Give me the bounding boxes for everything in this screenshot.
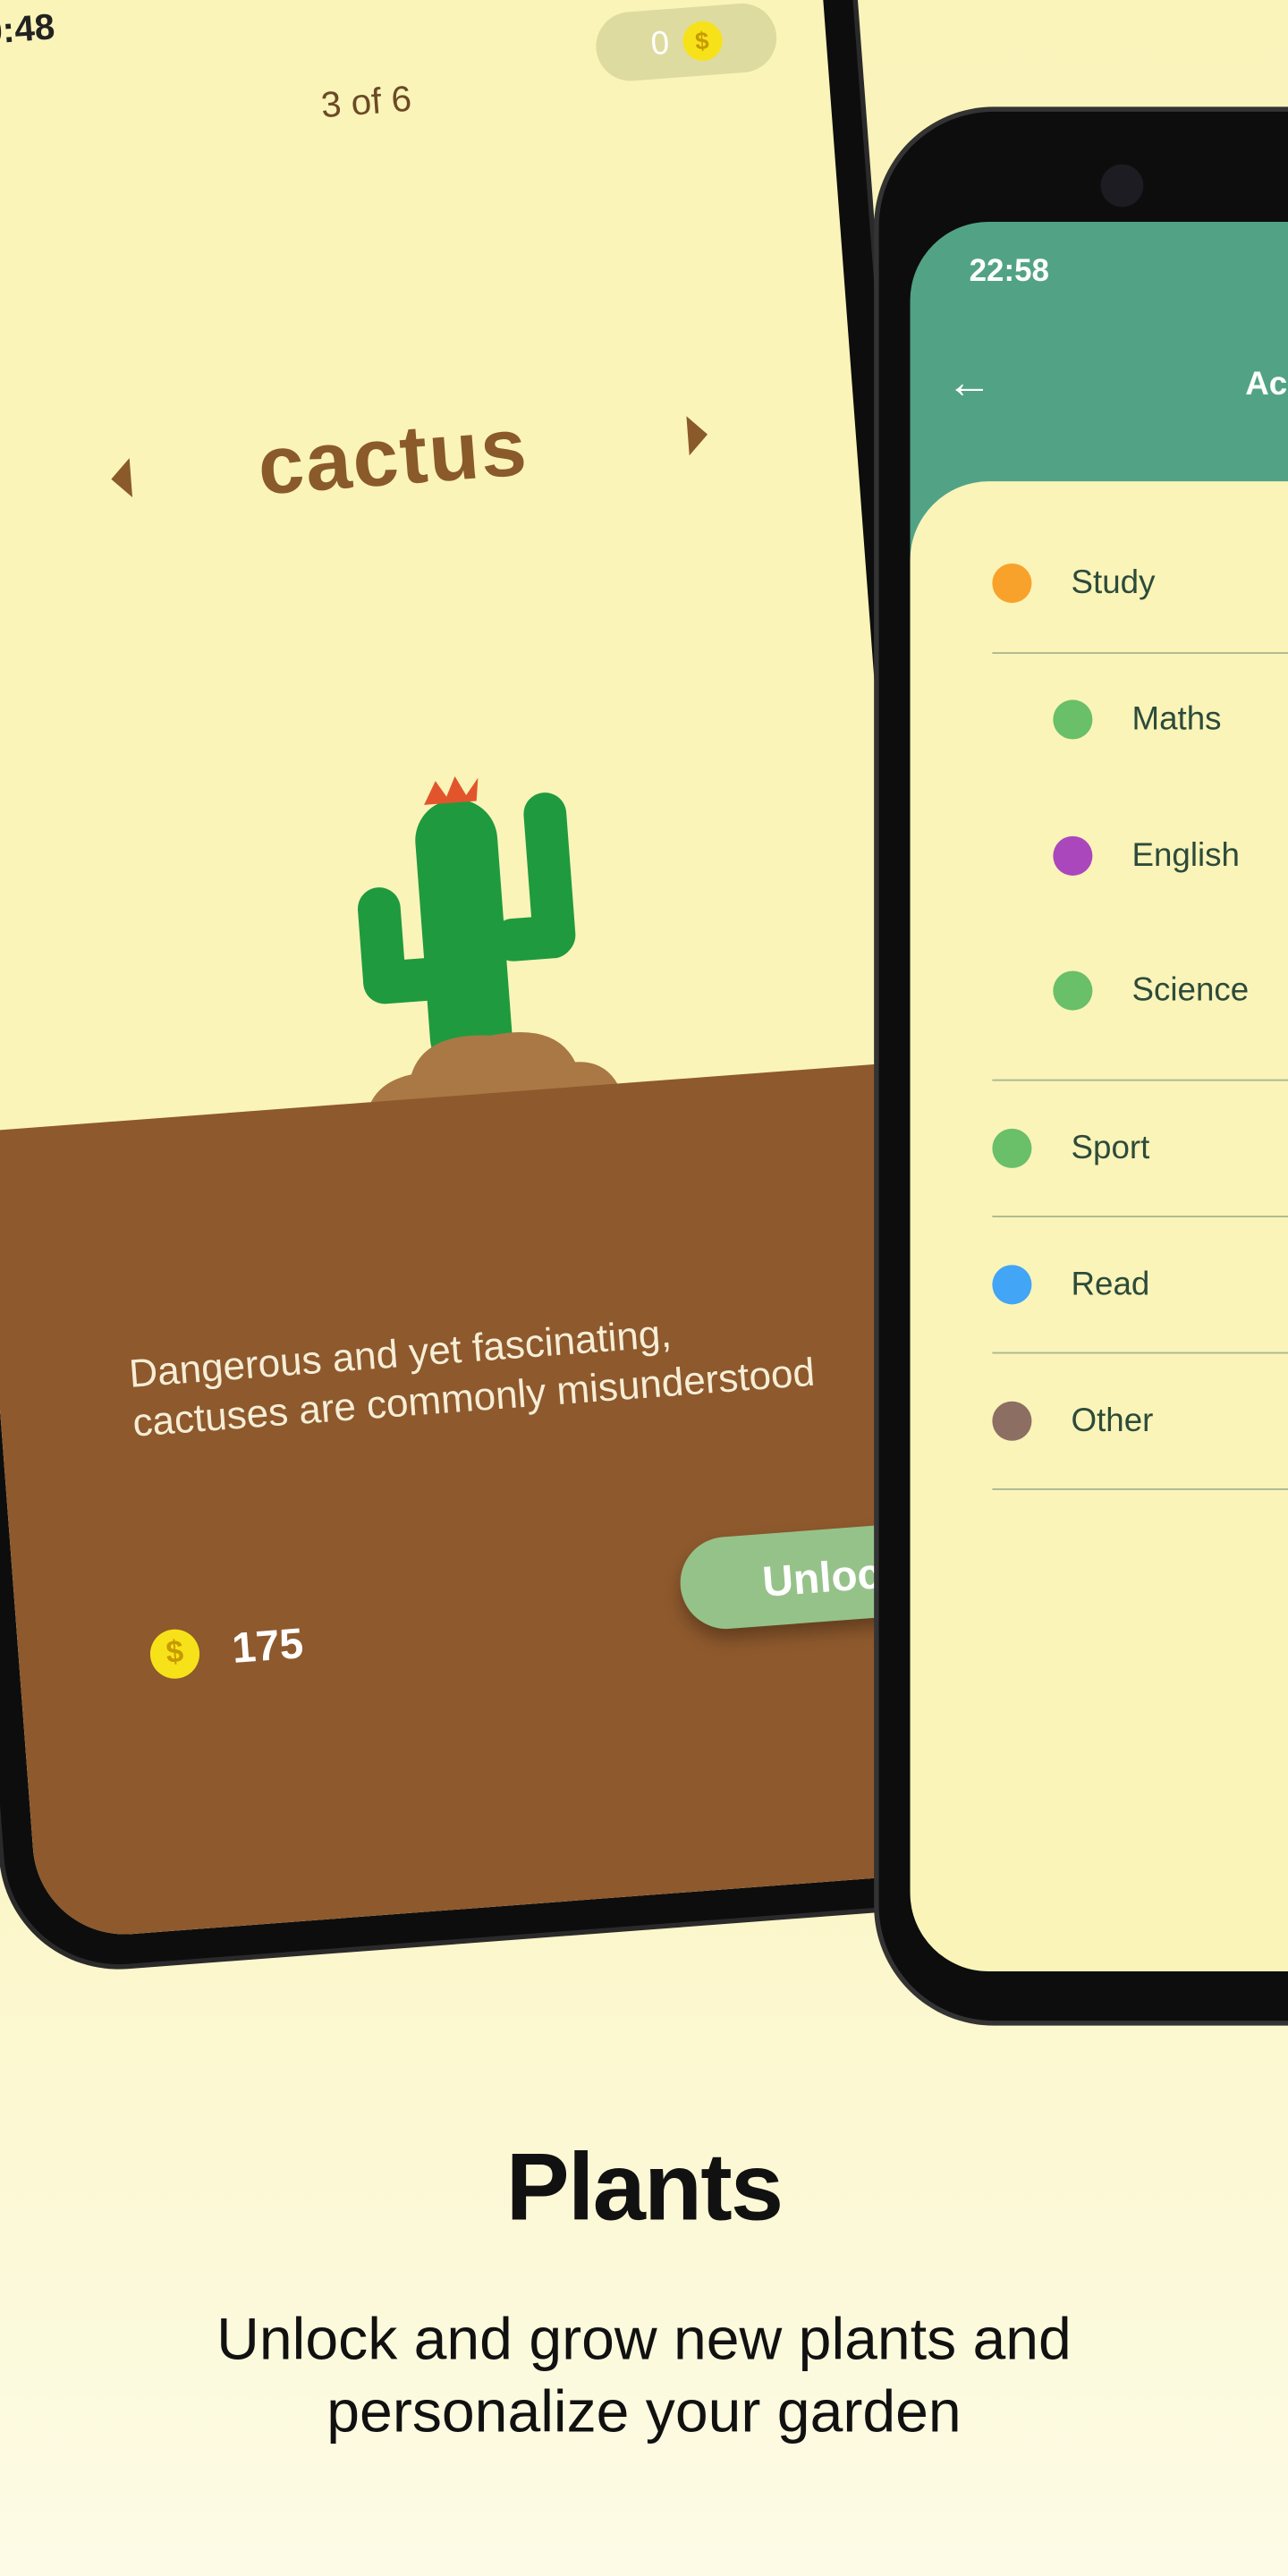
triangle-right-icon[interactable]: [686, 414, 709, 456]
color-dot-icon: [992, 1265, 1032, 1305]
category-label: Maths: [1131, 700, 1222, 737]
status-time: 20:48: [0, 5, 56, 55]
price-value: 175: [230, 1618, 306, 1673]
promo-screen: 20:48 ← 3 of 6 0 $ cactus Dangerous and …: [0, 0, 1288, 2576]
color-dot-icon: [1053, 970, 1093, 1011]
category-item-maths[interactable]: Maths: [1053, 699, 1222, 740]
divider: [992, 652, 1288, 655]
divider: [992, 1079, 1288, 1081]
soil-panel: [0, 1062, 964, 1941]
dollar-coin-icon: $: [148, 1626, 201, 1680]
plant-shop-screen: 20:48 ← 3 of 6 0 $ cactus Dangerous and …: [0, 0, 964, 1941]
category-item-sport[interactable]: Sport: [992, 1128, 1150, 1168]
camera-icon: [1100, 164, 1144, 208]
dollar-coin-icon: $: [681, 20, 724, 63]
color-dot-icon: [992, 563, 1032, 604]
divider: [992, 1352, 1288, 1354]
activities-phone: 22:58 ← Ac Study Maths English Science Sport…: [878, 111, 1288, 2021]
color-dot-icon: [992, 1128, 1032, 1168]
color-dot-icon: [1053, 835, 1093, 876]
category-label: Read: [1071, 1266, 1150, 1302]
category-item-read[interactable]: Read: [992, 1265, 1150, 1305]
arrow-left-icon[interactable]: ←: [946, 357, 992, 410]
category-item-science[interactable]: Science: [1053, 970, 1250, 1011]
divider: [992, 1216, 1288, 1217]
category-label: Sport: [1071, 1129, 1150, 1166]
category-list: Study Maths English Science Sport Read Other: [910, 481, 1288, 1972]
coin-balance: 0 $: [593, 1, 779, 84]
color-dot-icon: [992, 1401, 1032, 1441]
category-item-other[interactable]: Other: [992, 1401, 1154, 1441]
color-dot-icon: [1053, 699, 1093, 740]
page-title: Ac: [1245, 366, 1288, 402]
category-item-english[interactable]: English: [1053, 835, 1240, 876]
plant-name: cactus: [254, 400, 531, 513]
coin-balance-value: 0: [649, 24, 671, 63]
category-item-study[interactable]: Study: [992, 563, 1156, 604]
plant-shop-phone: 20:48 ← 3 of 6 0 $ cactus Dangerous and …: [0, 0, 996, 1973]
category-label: Science: [1131, 971, 1250, 1008]
feature-title: Plants: [505, 2133, 784, 2241]
status-time: 22:58: [969, 254, 1049, 290]
feature-subtitle: Unlock and grow new plants and personali…: [216, 2304, 1072, 2445]
category-label: Other: [1071, 1402, 1154, 1439]
divider: [992, 1488, 1288, 1490]
category-label: English: [1131, 836, 1240, 874]
category-label: Study: [1071, 564, 1156, 601]
activities-screen: 22:58 ← Ac Study Maths English Science Sport…: [910, 221, 1288, 1972]
